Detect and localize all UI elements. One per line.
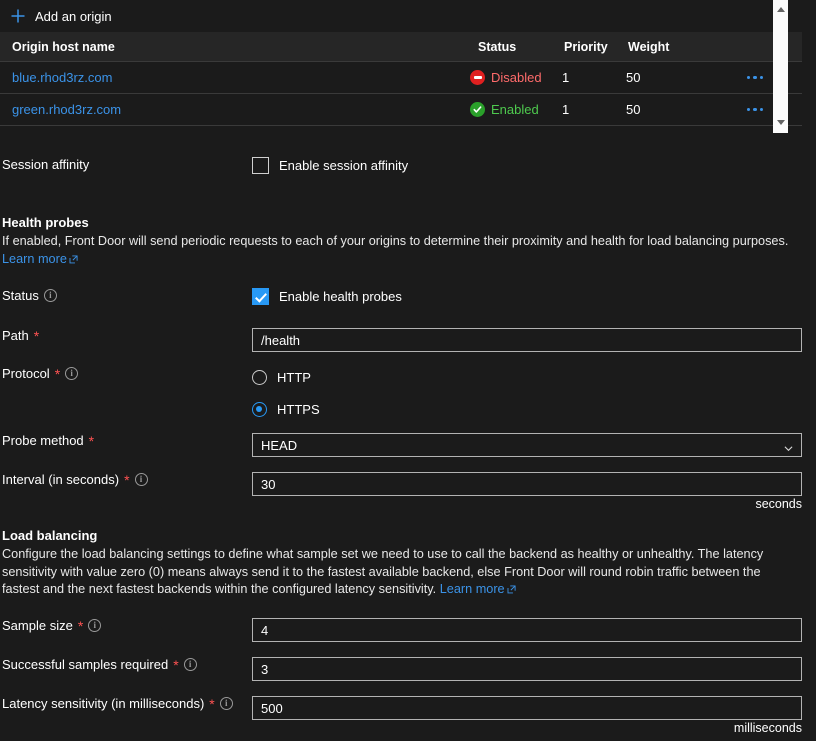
required-marker: * xyxy=(124,471,130,488)
path-row: Path * xyxy=(0,328,816,352)
probe-method-row: Probe method * HEAD xyxy=(0,433,816,457)
successful-samples-input[interactable] xyxy=(252,657,802,681)
plus-icon xyxy=(10,8,26,24)
health-probes-description-text: If enabled, Front Door will send periodi… xyxy=(2,234,789,248)
enable-health-probes-checkbox[interactable]: Enable health probes xyxy=(252,288,816,305)
external-link-icon xyxy=(69,252,78,263)
required-marker: * xyxy=(173,656,179,673)
protocol-option-label: HTTP xyxy=(277,370,311,385)
table-row[interactable]: blue.rhod3rz.com Disabled 1 50 xyxy=(0,62,802,94)
load-balancing-description-text: Configure the load balancing settings to… xyxy=(2,547,764,596)
info-icon[interactable]: i xyxy=(88,619,102,632)
latency-sensitivity-suffix: milliseconds xyxy=(733,721,802,735)
origin-weight: 50 xyxy=(626,70,641,85)
required-marker: * xyxy=(77,617,84,634)
probe-method-select[interactable]: HEAD xyxy=(252,433,802,457)
interval-row: Interval (in seconds) * i xyxy=(0,472,816,496)
health-probe-status-row: Status i Enable health probes xyxy=(0,288,816,305)
column-header-host: Origin host name xyxy=(12,39,115,54)
external-link-icon xyxy=(507,582,516,594)
required-marker: * xyxy=(54,365,61,382)
successful-samples-label: Successful samples required xyxy=(2,657,169,672)
origin-priority: 1 xyxy=(562,102,570,117)
interval-label-group: Interval (in seconds) * i xyxy=(0,472,252,487)
health-probes-learn-more-link[interactable]: Learn more xyxy=(2,252,78,266)
radio-circle xyxy=(252,402,267,417)
sample-size-label-group: Sample size * i xyxy=(0,618,252,633)
triangle-up-icon[interactable] xyxy=(773,2,788,16)
interval-suffix: seconds xyxy=(755,497,802,511)
probe-method-value: HEAD xyxy=(252,433,802,457)
latency-sensitivity-label-group: Latency sensitivity (in milliseconds) * … xyxy=(0,696,252,711)
info-icon[interactable]: i xyxy=(134,473,148,486)
status-badge: Disabled xyxy=(470,70,562,85)
checkbox-box xyxy=(252,288,269,305)
table-row[interactable]: green.rhod3rz.com Enabled 1 50 xyxy=(0,94,802,126)
triangle-down-icon[interactable] xyxy=(773,115,788,129)
origin-priority: 1 xyxy=(562,70,570,85)
interval-input[interactable] xyxy=(252,472,802,496)
origin-host-link[interactable]: green.rhod3rz.com xyxy=(0,102,470,117)
latency-sensitivity-row: Latency sensitivity (in milliseconds) * … xyxy=(0,696,816,720)
path-input[interactable] xyxy=(252,328,802,352)
ellipsis-icon[interactable] xyxy=(743,70,768,86)
path-label-group: Path * xyxy=(0,328,252,343)
status-label: Enabled xyxy=(491,102,539,117)
required-marker: * xyxy=(209,695,215,712)
latency-sensitivity-input[interactable] xyxy=(252,696,802,720)
path-label: Path xyxy=(2,328,29,343)
status-badge: Enabled xyxy=(470,102,562,117)
protocol-radio-https[interactable]: HTTPS xyxy=(252,398,816,421)
health-probes-description: If enabled, Front Door will send periodi… xyxy=(2,233,800,268)
check-circle-icon xyxy=(470,102,485,117)
latency-sensitivity-label: Latency sensitivity (in milliseconds) xyxy=(2,696,205,711)
column-header-priority: Priority xyxy=(564,39,608,54)
add-origin-label: Add an origin xyxy=(35,8,112,24)
session-affinity-row: Session affinity Enable session affinity xyxy=(0,157,816,174)
radio-circle xyxy=(252,370,267,385)
load-balancing-title: Load balancing xyxy=(2,528,98,543)
column-header-weight: Weight xyxy=(628,39,670,54)
info-icon[interactable]: i xyxy=(65,367,79,380)
add-origin-button[interactable]: Add an origin xyxy=(0,0,200,32)
column-header-status: Status xyxy=(478,39,517,54)
origins-table-header: Origin host name Status Priority Weight xyxy=(0,32,802,62)
sample-size-label: Sample size xyxy=(2,618,73,633)
origins-panel: Add an origin Origin host name Status Pr… xyxy=(0,0,802,134)
checkbox-box xyxy=(252,157,269,174)
protocol-row: Protocol * i HTTP HTTPS xyxy=(0,366,816,421)
required-marker: * xyxy=(33,327,40,344)
probe-method-label-group: Probe method * xyxy=(0,433,252,448)
protocol-label-group: Protocol * i xyxy=(0,366,252,381)
interval-label: Interval (in seconds) xyxy=(2,472,120,487)
enable-session-affinity-label: Enable session affinity xyxy=(279,158,409,173)
sample-size-input[interactable] xyxy=(252,618,802,642)
origin-host-link[interactable]: blue.rhod3rz.com xyxy=(0,70,470,85)
info-icon[interactable]: i xyxy=(183,658,197,671)
successful-samples-row: Successful samples required * i xyxy=(0,657,816,681)
required-marker: * xyxy=(88,432,95,449)
health-probes-title: Health probes xyxy=(2,215,89,230)
status-label: Disabled xyxy=(491,70,542,85)
probe-method-label: Probe method xyxy=(2,433,84,448)
load-balancing-description: Configure the load balancing settings to… xyxy=(2,546,800,599)
status-label: Status xyxy=(2,288,39,303)
protocol-radio-http[interactable]: HTTP xyxy=(252,366,816,389)
sample-size-row: Sample size * i xyxy=(0,618,816,642)
enable-session-affinity-checkbox[interactable]: Enable session affinity xyxy=(252,157,816,174)
info-icon[interactable]: i xyxy=(219,697,233,710)
protocol-option-label: HTTPS xyxy=(277,402,320,417)
ellipsis-icon[interactable] xyxy=(743,102,768,118)
successful-samples-label-group: Successful samples required * i xyxy=(0,657,252,672)
origins-scrollbar[interactable] xyxy=(773,0,788,133)
error-circle-icon xyxy=(470,70,485,85)
info-icon[interactable]: i xyxy=(43,289,57,302)
protocol-label: Protocol xyxy=(2,366,50,381)
front-door-origin-settings-page: Add an origin Origin host name Status Pr… xyxy=(0,0,816,741)
session-affinity-label: Session affinity xyxy=(2,157,90,172)
load-balancing-learn-more-link[interactable]: Learn more xyxy=(440,582,516,596)
origin-weight: 50 xyxy=(626,102,641,117)
enable-health-probes-label: Enable health probes xyxy=(279,289,402,304)
status-label-group: Status i xyxy=(0,288,252,303)
